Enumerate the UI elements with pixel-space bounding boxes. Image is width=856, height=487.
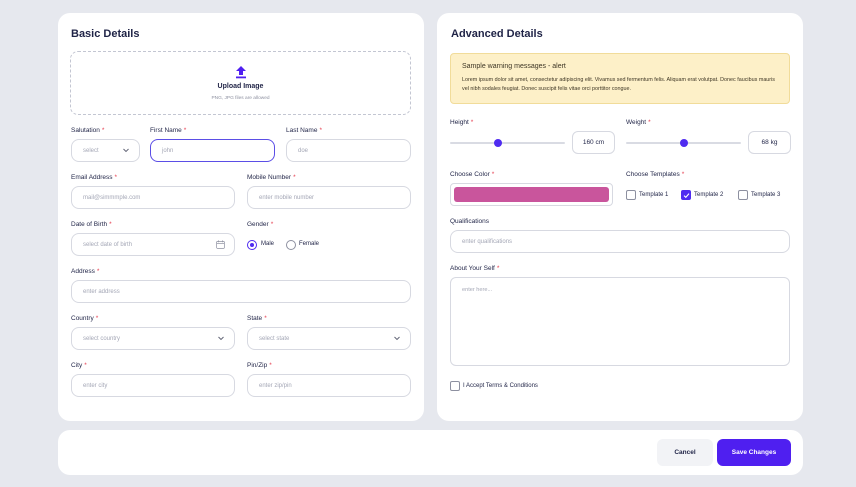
- address-label: Address *: [71, 268, 100, 275]
- salutation-placeholder: select: [83, 148, 99, 154]
- country-placeholder: select country: [83, 336, 121, 342]
- basic-details-card: Basic Details Upload Image PNG, JPG file…: [58, 13, 424, 421]
- state-label: State *: [247, 315, 267, 322]
- salutation-label: Salutation *: [71, 127, 105, 134]
- advanced-details-card: Advanced Details Sample warning messages…: [437, 13, 803, 421]
- template-1-checkbox[interactable]: [626, 190, 636, 200]
- gender-male-label: Male: [261, 241, 275, 247]
- alert-body: Lorem ipsum dolor sit amet, consectetur …: [462, 77, 775, 92]
- color-swatch: [454, 187, 609, 202]
- weight-value: 68 kg: [748, 131, 791, 154]
- about-textarea[interactable]: enter here...: [450, 277, 790, 366]
- template-2-label: Template 2: [694, 192, 724, 198]
- color-label: Choose Color *: [450, 171, 495, 178]
- warning-alert: Sample warning messages - alert Lorem ip…: [450, 53, 790, 104]
- pin-placeholder: enter zip/pin: [259, 383, 292, 389]
- last-name-label: Last Name *: [286, 127, 322, 134]
- terms-label: I Accept Terms & Conditions: [463, 383, 538, 389]
- template-2-checkbox[interactable]: [681, 190, 691, 200]
- gender-male-radio[interactable]: [247, 240, 257, 250]
- country-select[interactable]: select country: [71, 327, 235, 350]
- height-value: 160 cm: [572, 131, 615, 154]
- chevron-down-icon: [218, 336, 224, 341]
- about-placeholder: enter here...: [462, 287, 493, 293]
- qualifications-label: Qualifications: [450, 218, 490, 225]
- terms-checkbox[interactable]: [450, 381, 460, 391]
- template-3-label: Template 3: [751, 192, 781, 198]
- first-name-input[interactable]: john: [150, 139, 275, 162]
- city-placeholder: enter city: [83, 383, 108, 389]
- first-name-label: First Name *: [150, 127, 187, 134]
- check-icon: [683, 193, 690, 199]
- advanced-details-title: Advanced Details: [451, 28, 543, 40]
- mobile-placeholder: enter mobile number: [259, 195, 315, 201]
- dob-label: Date of Birth *: [71, 221, 112, 228]
- template-3-checkbox[interactable]: [738, 190, 748, 200]
- pin-field[interactable]: enter zip/pin: [247, 374, 411, 397]
- form-footer: Cancel Save Changes: [58, 430, 803, 475]
- salutation-select[interactable]: select: [71, 139, 140, 162]
- calendar-icon: [216, 240, 225, 249]
- weight-slider-thumb[interactable]: [679, 139, 688, 147]
- last-name-placeholder: doe: [298, 148, 309, 154]
- first-name-placeholder: john: [162, 148, 174, 154]
- mobile-field[interactable]: enter mobile number: [247, 186, 411, 209]
- dob-placeholder: select date of birth: [83, 242, 133, 248]
- gender-female-label: Female: [299, 241, 320, 247]
- upload-icon: [236, 66, 246, 79]
- chevron-down-icon: [123, 148, 129, 153]
- upload-image-hint: PNG, JPG files are allowed: [211, 96, 270, 101]
- save-changes-button[interactable]: Save Changes: [717, 439, 791, 466]
- height-slider-track[interactable]: [450, 142, 565, 144]
- state-select[interactable]: select state: [247, 327, 411, 350]
- city-field[interactable]: enter city: [71, 374, 235, 397]
- color-picker[interactable]: [450, 183, 613, 206]
- city-label: City *: [71, 362, 87, 369]
- alert-title: Sample warning messages - alert: [462, 63, 566, 70]
- gender-female-radio[interactable]: [286, 240, 296, 250]
- address-field[interactable]: enter address: [71, 280, 411, 303]
- pin-label: Pin/Zip *: [247, 362, 272, 369]
- last-name-input[interactable]: doe: [286, 139, 411, 162]
- dob-picker[interactable]: select date of birth: [71, 233, 235, 256]
- chevron-down-icon: [394, 336, 400, 341]
- mobile-label: Mobile Number *: [247, 174, 296, 181]
- email-label: Email Address *: [71, 174, 118, 181]
- basic-details-title: Basic Details: [71, 28, 140, 40]
- template-1-label: Template 1: [639, 192, 669, 198]
- templates-label: Choose Templates *: [626, 171, 685, 178]
- email-field[interactable]: mail@simmmple.com: [71, 186, 235, 209]
- height-slider-thumb[interactable]: [494, 139, 503, 147]
- cancel-button[interactable]: Cancel: [657, 439, 713, 466]
- email-placeholder: mail@simmmple.com: [83, 195, 141, 201]
- state-placeholder: select state: [259, 336, 290, 342]
- height-label: Height *: [450, 119, 474, 126]
- gender-label: Gender *: [247, 221, 274, 228]
- qualifications-field[interactable]: enter qualifications: [450, 230, 790, 253]
- upload-image-title: Upload Image: [217, 83, 264, 90]
- country-label: Country *: [71, 315, 99, 322]
- upload-image-dropzone[interactable]: Upload Image PNG, JPG files are allowed: [70, 51, 411, 115]
- address-placeholder: enter address: [83, 289, 120, 295]
- about-label: About Your Self *: [450, 265, 500, 272]
- qualifications-placeholder: enter qualifications: [462, 239, 513, 245]
- weight-label: Weight *: [626, 119, 651, 126]
